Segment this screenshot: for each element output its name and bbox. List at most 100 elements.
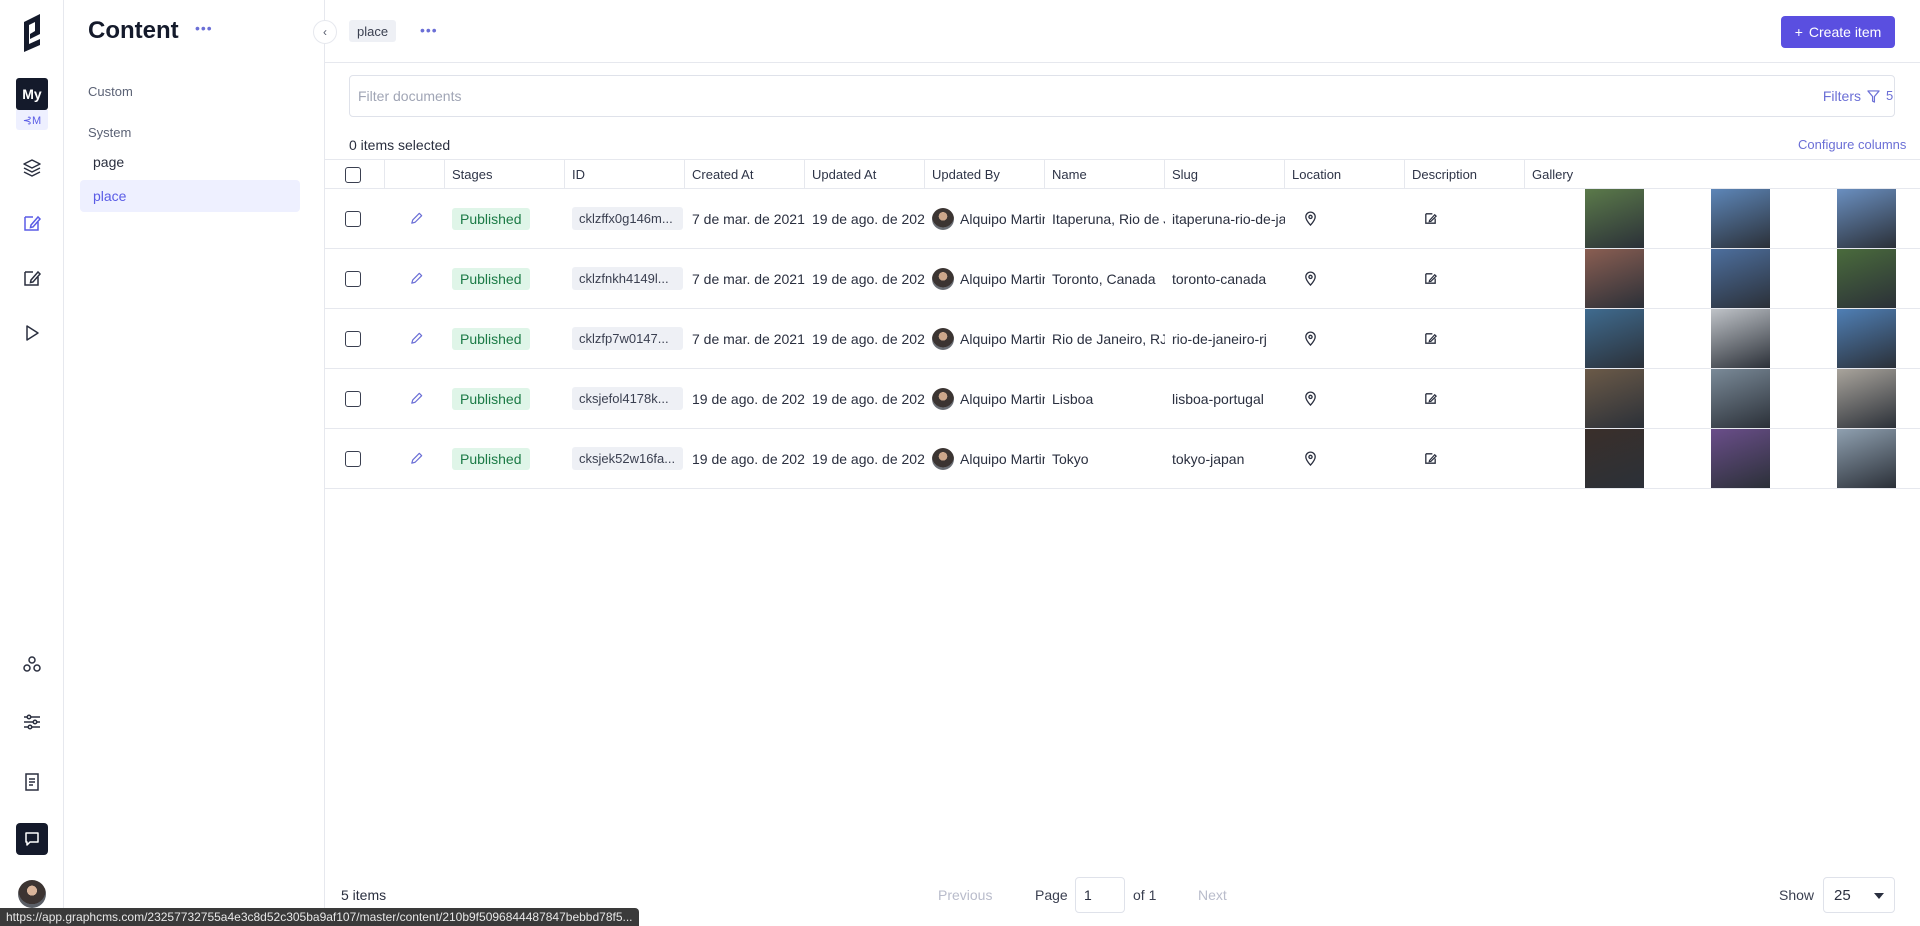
status-bar-url: https://app.graphcms.com/23257732755a4e3… <box>0 908 639 926</box>
collapse-sidebar-button[interactable]: ‹ <box>313 20 337 44</box>
pencil-icon[interactable] <box>409 211 424 226</box>
docs-button[interactable] <box>16 766 48 798</box>
assets-button[interactable] <box>16 262 48 294</box>
column-header-description[interactable]: Description <box>1405 160 1525 189</box>
map-pin-icon[interactable] <box>1303 211 1318 226</box>
table-row[interactable]: Published cklzfp7w0147... 7 de mar. de 2… <box>325 309 1920 369</box>
row-checkbox[interactable] <box>345 330 361 347</box>
schema-button[interactable] <box>16 152 48 184</box>
map-pin-icon[interactable] <box>1303 451 1318 466</box>
configure-columns-link[interactable]: Configure columns <box>1798 137 1906 152</box>
gallery-thumbnail[interactable] <box>1837 309 1896 368</box>
gallery-thumbnail[interactable] <box>1585 249 1644 308</box>
location-cell <box>1303 189 1343 248</box>
row-checkbox[interactable] <box>345 450 361 467</box>
create-item-button[interactable]: + Create item <box>1781 16 1895 48</box>
page-size-select[interactable]: 25 <box>1823 877 1895 913</box>
gallery-thumbnail[interactable] <box>1837 249 1896 308</box>
rich-text-icon[interactable] <box>1423 331 1438 346</box>
page-size-value: 25 <box>1834 886 1851 904</box>
sidebar-more-icon[interactable]: ••• <box>195 20 213 36</box>
pencil-icon[interactable] <box>409 391 424 406</box>
slug-cell: lisboa-portugal <box>1172 390 1264 407</box>
main-panel: place ••• + Create item Filter documents… <box>325 0 1920 926</box>
id-chip[interactable]: cksjefol4178k... <box>572 387 683 410</box>
table-row[interactable]: Published cksjefol4178k... 19 de ago. de… <box>325 369 1920 429</box>
map-pin-icon[interactable] <box>1303 331 1318 346</box>
row-checkbox[interactable] <box>345 210 361 227</box>
slug-cell: rio-de-janeiro-rj <box>1172 330 1267 347</box>
gallery-thumbnail[interactable] <box>1711 249 1770 308</box>
gallery-thumbnail[interactable] <box>1711 429 1770 488</box>
rich-text-icon[interactable] <box>1423 451 1438 466</box>
table-row[interactable]: Published cklzffx0g146m... 7 de mar. de … <box>325 189 1920 249</box>
previous-button[interactable]: Previous <box>938 887 992 903</box>
table-row[interactable]: Published cklzfnkh4149l... 7 de mar. de … <box>325 249 1920 309</box>
column-header-id[interactable]: ID <box>565 160 685 189</box>
column-header-slug[interactable]: Slug <box>1165 160 1285 189</box>
column-header-updated-by[interactable]: Updated By <box>925 160 1045 189</box>
content-button[interactable] <box>16 207 48 239</box>
gallery-thumbnail[interactable] <box>1711 189 1770 248</box>
column-header-location[interactable]: Location <box>1285 160 1405 189</box>
model-more-icon[interactable]: ••• <box>420 22 438 38</box>
webhooks-button[interactable] <box>16 648 48 680</box>
map-pin-icon[interactable] <box>1303 391 1318 406</box>
filters-button[interactable]: Filters <box>1823 88 1880 104</box>
table-row[interactable]: Published cksjek52w16fa... 19 de ago. de… <box>325 429 1920 489</box>
column-header-updated-at[interactable]: Updated At <box>805 160 925 189</box>
chat-button[interactable] <box>16 823 48 855</box>
avatar <box>932 327 954 350</box>
row-checkbox[interactable] <box>345 270 361 287</box>
sidebar-item-place[interactable]: place <box>80 180 300 212</box>
content-sidebar: Content ••• Custom System page place <box>64 0 325 926</box>
avatar <box>932 387 954 410</box>
pencil-icon[interactable] <box>409 451 424 466</box>
description-cell <box>1423 369 1463 428</box>
items-count: 5 items <box>341 887 387 903</box>
model-name-chip: place <box>349 20 397 42</box>
rich-text-icon[interactable] <box>1423 391 1438 406</box>
next-button[interactable]: Next <box>1198 887 1227 903</box>
rich-text-icon[interactable] <box>1423 271 1438 286</box>
user-avatar[interactable] <box>18 880 46 908</box>
gallery-thumbnail[interactable] <box>1585 309 1644 368</box>
gallery-thumbnail[interactable] <box>1711 309 1770 368</box>
gallery-thumbnail[interactable] <box>1837 429 1896 488</box>
gallery-thumbnail[interactable] <box>1585 189 1644 248</box>
filter-documents-input[interactable]: Filter documents Filters <box>349 75 1895 117</box>
updated-by-name: Alquipo Martins <box>960 270 1045 287</box>
stage-cell: Published <box>452 369 565 428</box>
rich-text-icon[interactable] <box>1423 211 1438 226</box>
id-chip[interactable]: cklzfp7w0147... <box>572 327 683 350</box>
avatar <box>932 267 954 290</box>
graphcms-logo-icon[interactable] <box>20 12 44 52</box>
document-icon <box>25 773 39 791</box>
gallery-thumbnail[interactable] <box>1585 429 1644 488</box>
column-header-name[interactable]: Name <box>1045 160 1165 189</box>
select-all-checkbox[interactable] <box>345 166 361 183</box>
environment-badge[interactable]: ⊰M <box>16 110 48 130</box>
avatar <box>932 207 954 230</box>
chevron-down-icon <box>1874 893 1884 899</box>
gallery-thumbnail[interactable] <box>1711 369 1770 428</box>
sidebar-item-page[interactable]: page <box>80 146 300 178</box>
column-header-stages[interactable]: Stages <box>445 160 565 189</box>
gallery-thumbnail[interactable] <box>1837 189 1896 248</box>
column-header-gallery[interactable]: Gallery <box>1525 160 1920 189</box>
page-input[interactable]: 1 <box>1075 877 1125 913</box>
project-switcher[interactable]: My <box>16 78 48 110</box>
id-chip[interactable]: cksjek52w16fa... <box>572 447 683 470</box>
id-chip[interactable]: cklzfnkh4149l... <box>572 267 683 290</box>
column-header-created-at[interactable]: Created At <box>685 160 805 189</box>
map-pin-icon[interactable] <box>1303 271 1318 286</box>
row-checkbox[interactable] <box>345 390 361 407</box>
gallery-thumbnail[interactable] <box>1837 369 1896 428</box>
id-chip[interactable]: cklzffx0g146m... <box>572 207 683 230</box>
pencil-icon[interactable] <box>409 331 424 346</box>
gallery-thumbnail[interactable] <box>1585 369 1644 428</box>
playground-button[interactable] <box>16 317 48 349</box>
settings-button[interactable] <box>16 706 48 738</box>
description-cell <box>1423 309 1463 368</box>
pencil-icon[interactable] <box>409 271 424 286</box>
